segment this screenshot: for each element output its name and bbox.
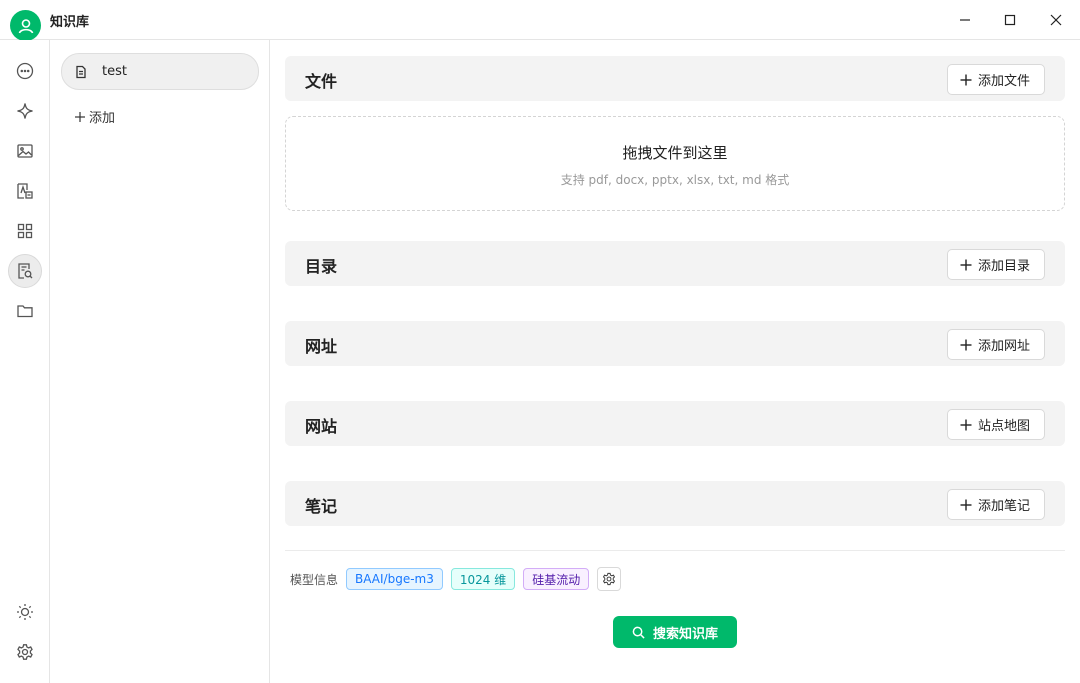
add-label: 添加 — [89, 111, 116, 126]
section-url: 网址 添加网址 — [285, 321, 1065, 366]
plus-icon — [960, 419, 972, 430]
button-label: 搜索知识库 — [652, 626, 718, 642]
button-label: 添加笔记 — [977, 499, 1030, 514]
add-sitemap-button[interactable]: 站点地图 — [946, 409, 1045, 440]
knowledge-base-icon — [18, 263, 33, 279]
plus-icon — [960, 499, 972, 510]
add-note-button[interactable]: 添加笔记 — [946, 489, 1045, 520]
apps-grid-icon — [17, 223, 33, 239]
section-title: 笔记 — [305, 497, 338, 516]
plus-icon — [75, 111, 85, 122]
model-info-label: 模型信息 — [290, 572, 339, 587]
add-directory-button[interactable]: 添加目录 — [946, 249, 1045, 280]
minimize-button[interactable] — [942, 0, 988, 40]
document-icon — [76, 65, 86, 78]
minimize-icon — [960, 19, 970, 21]
nav-image[interactable] — [8, 134, 42, 168]
section-title: 网站 — [305, 417, 338, 436]
nav-files[interactable] — [8, 294, 42, 328]
knowledge-detail-panel: 文件 添加文件 拖拽文件到这里 支持 pdf, docx, pptx, xlsx… — [270, 40, 1080, 683]
translate-icon — [17, 183, 33, 199]
dimensions-tag: 1024 维 — [450, 568, 516, 590]
user-avatar[interactable] — [10, 10, 41, 41]
button-label: 添加目录 — [977, 259, 1030, 274]
model-settings-button[interactable] — [597, 567, 622, 591]
search-icon — [632, 626, 645, 639]
close-icon — [1050, 14, 1062, 26]
section-website: 网站 站点地图 — [285, 401, 1065, 446]
dropzone-hint: 支持 pdf, docx, pptx, xlsx, txt, md 格式 — [560, 173, 790, 187]
maximize-icon — [1004, 14, 1016, 26]
add-knowledge-base-button[interactable]: 添加 — [74, 107, 115, 126]
model-info-row: 模型信息 BAAI/bge-m3 1024 维 硅基流动 — [290, 567, 622, 591]
close-button[interactable] — [1033, 0, 1079, 40]
provider-tag: 硅基流动 — [523, 568, 590, 590]
section-directory: 目录 添加目录 — [285, 241, 1065, 286]
list-item-test[interactable]: test — [61, 53, 259, 90]
nav-chat[interactable] — [8, 54, 42, 88]
plus-icon — [960, 339, 972, 350]
model-name-tag: BAAI/bge-m3 — [346, 568, 443, 590]
add-url-button[interactable]: 添加网址 — [946, 329, 1045, 360]
divider — [285, 550, 1065, 551]
theme-toggle[interactable] — [8, 595, 42, 629]
section-files: 文件 添加文件 — [285, 56, 1065, 101]
gear-icon — [603, 572, 616, 586]
plus-icon — [960, 74, 972, 85]
knowledge-base-list: test 添加 — [50, 40, 270, 683]
search-knowledge-base-button[interactable]: 搜索知识库 — [613, 616, 737, 648]
nav-settings[interactable] — [8, 635, 42, 669]
button-label: 添加文件 — [977, 74, 1030, 89]
button-label: 站点地图 — [977, 419, 1030, 434]
section-title: 网址 — [305, 337, 338, 356]
add-file-button[interactable]: 添加文件 — [946, 64, 1045, 95]
sparkle-icon — [17, 103, 33, 119]
nav-assistant[interactable] — [8, 94, 42, 128]
theme-sun-icon — [17, 604, 33, 620]
nav-rail — [0, 40, 50, 683]
section-title: 目录 — [305, 257, 338, 276]
file-dropzone[interactable]: 拖拽文件到这里 支持 pdf, docx, pptx, xlsx, txt, m… — [285, 116, 1065, 211]
section-notes: 笔记 添加笔记 — [285, 481, 1065, 526]
chat-icon — [16, 62, 34, 80]
user-icon — [18, 18, 33, 33]
folder-icon — [17, 305, 33, 318]
nav-translate[interactable] — [8, 174, 42, 208]
plus-icon — [960, 259, 972, 270]
maximize-button[interactable] — [987, 0, 1033, 40]
button-label: 添加网址 — [977, 339, 1030, 354]
nav-knowledge-base[interactable] — [8, 254, 42, 288]
list-item-label: test — [102, 64, 127, 79]
title-bar: 知识库 — [0, 0, 1080, 41]
dropzone-title: 拖拽文件到这里 — [622, 144, 728, 162]
settings-icon — [17, 644, 33, 660]
image-icon — [17, 144, 33, 158]
section-title: 文件 — [305, 72, 338, 91]
nav-apps[interactable] — [8, 214, 42, 248]
app-title: 知识库 — [50, 15, 90, 30]
